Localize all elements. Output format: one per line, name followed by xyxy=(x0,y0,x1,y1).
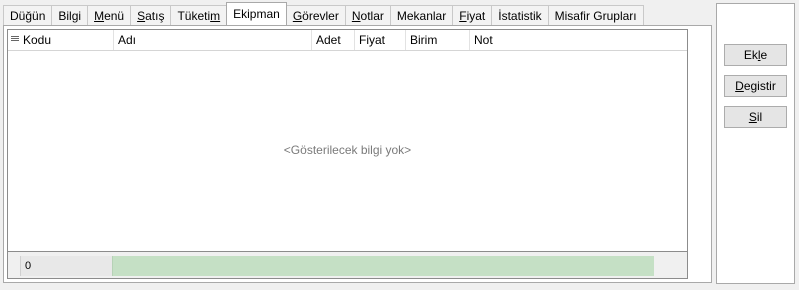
tab-notlar[interactable]: Notlar xyxy=(344,5,391,25)
delete-button[interactable]: Sil xyxy=(724,106,787,128)
column-header-adet[interactable]: Adet xyxy=(312,30,355,50)
column-header-kodu[interactable]: Kodu xyxy=(8,30,114,50)
column-label-kodu: Kodu xyxy=(23,33,52,47)
grid-footer: 0 xyxy=(8,251,687,278)
tab-fiyat[interactable]: Fiyat xyxy=(452,5,493,25)
equipment-grid[interactable]: Kodu Adı Adet Fiyat Birim Not <Gösterile… xyxy=(7,29,688,279)
footer-count-cell: 0 xyxy=(20,256,112,276)
add-button[interactable]: Ekle xyxy=(724,44,787,66)
column-label-adi: Adı xyxy=(118,33,137,47)
column-label-fiyat: Fiyat xyxy=(359,33,386,47)
column-label-birim: Birim xyxy=(410,33,438,47)
tab-panel-ekipman: Kodu Adı Adet Fiyat Birim Not <Gösterile… xyxy=(3,25,712,283)
tab-strip: Düğün Bilgi Menü Satış Tüketim Ekipman G… xyxy=(3,2,644,25)
tab-dugun[interactable]: Düğün xyxy=(3,5,53,25)
column-label-not: Not xyxy=(474,33,493,47)
tab-mekanlar[interactable]: Mekanlar xyxy=(389,5,454,25)
tab-istatistik[interactable]: İstatistik xyxy=(491,5,549,25)
tab-tuketim[interactable]: Tüketim xyxy=(170,5,228,25)
tab-ekipman[interactable]: Ekipman xyxy=(226,2,287,25)
grid-header: Kodu Adı Adet Fiyat Birim Not xyxy=(8,30,687,51)
column-header-adi[interactable]: Adı xyxy=(114,30,312,50)
empty-grid-message: <Gösterilecek bilgi yok> xyxy=(283,143,412,157)
tab-gorevler[interactable]: Görevler xyxy=(285,5,346,25)
tab-menu[interactable]: Menü xyxy=(87,5,132,25)
action-panel: Ekle Degistir Sil xyxy=(716,3,795,284)
column-label-adet: Adet xyxy=(316,33,341,47)
edit-button[interactable]: Degistir xyxy=(724,75,787,97)
tab-bilgi[interactable]: Bilgi xyxy=(51,5,89,25)
column-header-birim[interactable]: Birim xyxy=(406,30,470,50)
column-header-fiyat[interactable]: Fiyat xyxy=(355,30,406,50)
column-chooser-icon[interactable] xyxy=(11,36,19,45)
tab-misafir-gruplari[interactable]: Misafir Grupları xyxy=(547,5,644,25)
column-header-not[interactable]: Not xyxy=(470,30,687,50)
tab-satis[interactable]: Satış xyxy=(130,5,172,25)
footer-summary-bar xyxy=(112,256,654,276)
